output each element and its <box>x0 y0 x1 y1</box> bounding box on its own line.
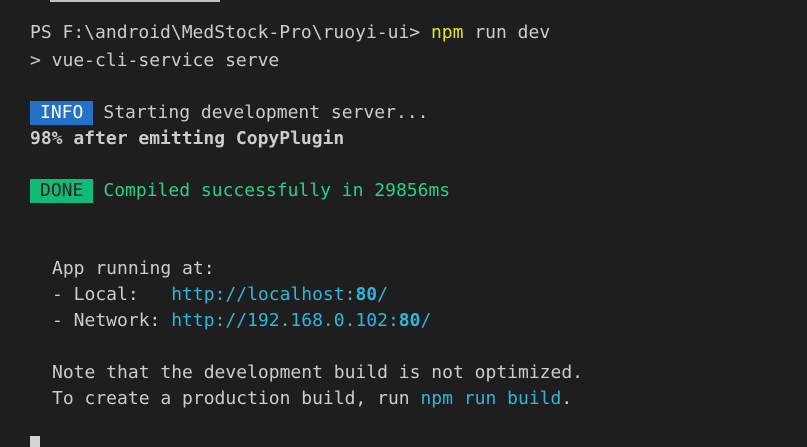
done-text: Compiled successfully in 29856ms <box>103 180 451 201</box>
block-cursor-icon <box>30 436 40 447</box>
local-url-port: 80 <box>355 284 378 305</box>
prompt-line: PS F:\android\MedStock-Pro\ruoyi-ui> npm… <box>30 20 550 46</box>
build-command: npm run build <box>420 388 562 409</box>
network-url-port: 80 <box>398 310 421 331</box>
active-tab-indicator <box>50 0 220 2</box>
local-url-link[interactable]: http://localhost:80/ <box>171 284 388 305</box>
network-url-link[interactable]: http://192.168.0.102:80/ <box>171 310 431 331</box>
note-line-2: To create a production build, run npm ru… <box>52 386 572 412</box>
note-line-2-prefix: To create a production build, run <box>52 388 421 409</box>
script-line: > vue-cli-service serve <box>30 50 280 71</box>
network-url-line: - Network: http://192.168.0.102:80/ <box>52 308 431 334</box>
info-text: Starting development server... <box>103 102 429 123</box>
prompt-path: PS F:\android\MedStock-Pro\ruoyi-ui> <box>30 22 431 43</box>
local-label: - Local: <box>52 284 172 305</box>
local-url-host: http://localhost: <box>171 284 356 305</box>
info-badge: INFO <box>30 101 94 125</box>
local-url-suffix: / <box>377 284 388 305</box>
terminal-panel[interactable]: PS F:\android\MedStock-Pro\ruoyi-ui> npm… <box>0 0 807 447</box>
done-badge: DONE <box>30 179 94 203</box>
prompt-command: npm <box>430 22 464 43</box>
app-running-heading: App running at: <box>52 258 215 279</box>
local-url-line: - Local: http://localhost:80/ <box>52 282 388 308</box>
note-line-2-suffix: . <box>561 388 573 409</box>
network-url-host: http://192.168.0.102: <box>171 310 399 331</box>
done-line: DONE Compiled successfully in 29856ms <box>30 178 450 204</box>
progress-line: 98% after emitting CopyPlugin <box>30 128 345 149</box>
network-label: - Network: <box>52 310 172 331</box>
network-url-suffix: / <box>420 310 432 331</box>
prompt-args: run dev <box>463 22 551 43</box>
info-line: INFO Starting development server... <box>30 100 428 126</box>
note-line-1: Note that the development build is not o… <box>52 362 584 383</box>
